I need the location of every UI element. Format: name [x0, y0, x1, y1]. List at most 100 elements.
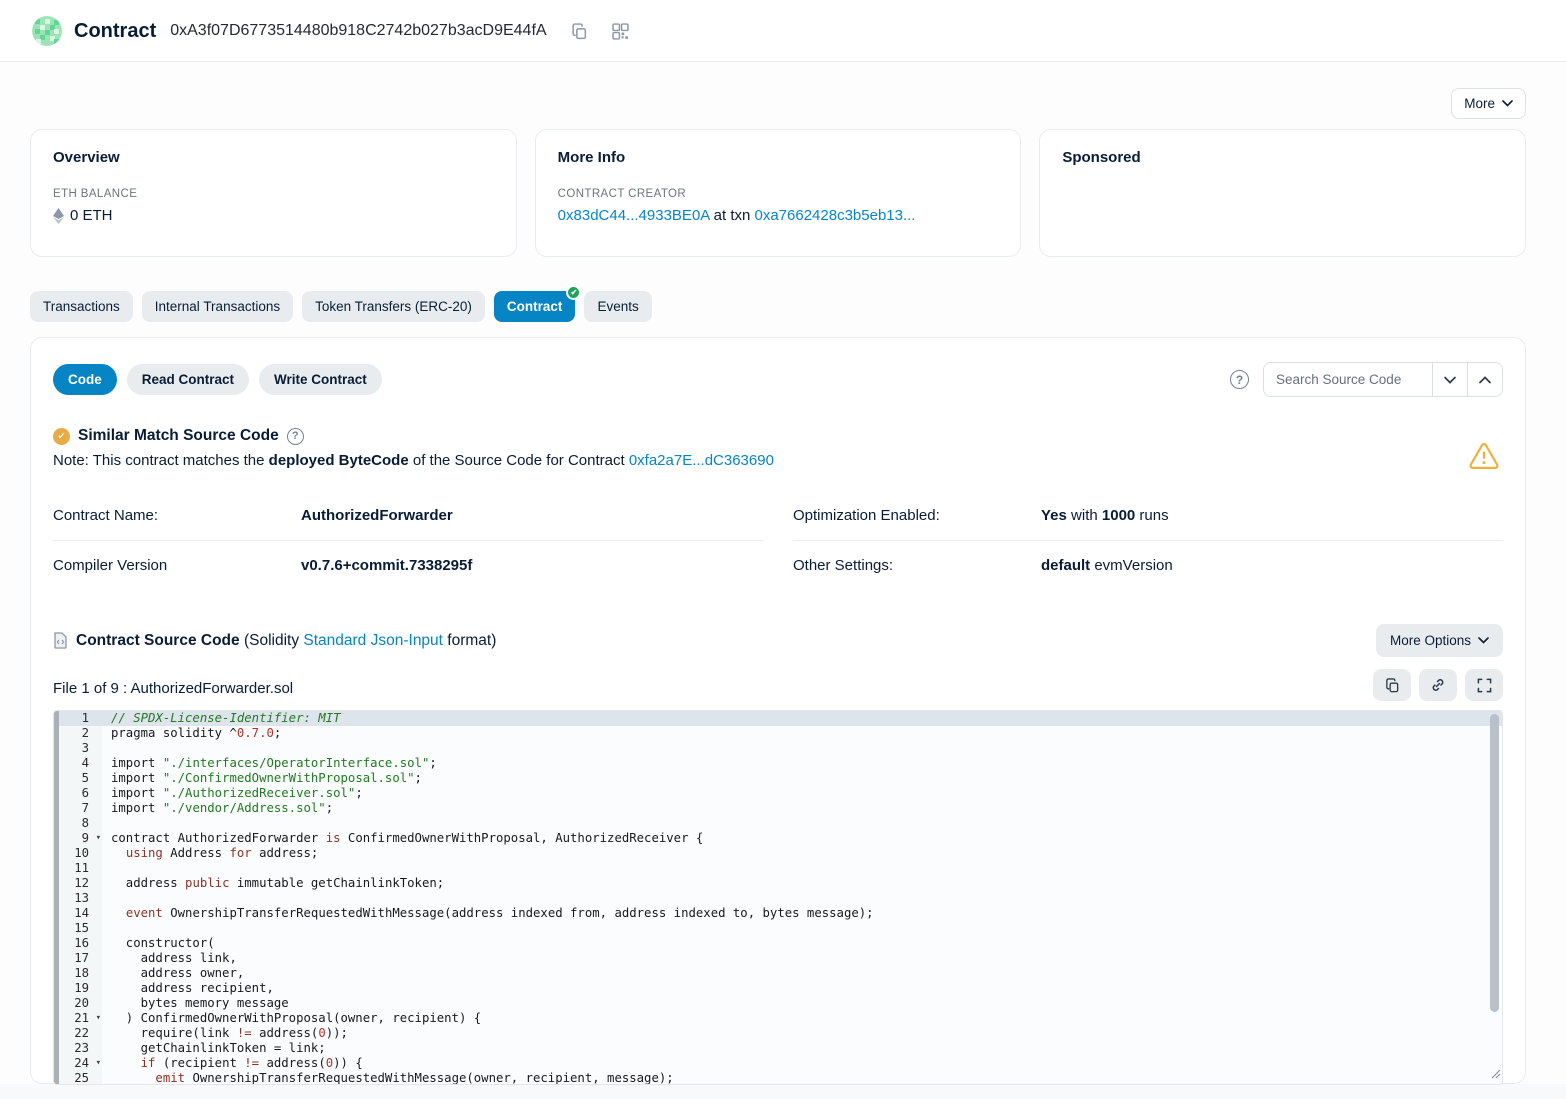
more-info-card: More Info CONTRACT CREATOR 0x83dC44...49… — [535, 129, 1022, 257]
tab-contract[interactable]: Contract✔ — [494, 291, 576, 322]
subtab-code[interactable]: Code — [53, 364, 117, 395]
permalink-button[interactable] — [1419, 669, 1457, 701]
subtab-read-contract[interactable]: Read Contract — [127, 364, 249, 395]
code-line: 23 getChainlinkToken = link; — [54, 1041, 1502, 1056]
fullscreen-button[interactable] — [1465, 669, 1503, 701]
more-button[interactable]: More — [1451, 88, 1526, 119]
more-info-title: More Info — [558, 149, 999, 166]
code-text: using Address for address; — [102, 846, 318, 861]
contract-address: 0xA3f07D6773514480b918C2742b027b3acD9E44… — [170, 22, 546, 40]
creator-address-link[interactable]: 0x83dC44...4933BE0A — [558, 207, 710, 224]
code-text: bytes memory message — [102, 996, 289, 1011]
source-code-title: Contract Source Code — [76, 632, 240, 649]
overview-card: Overview ETH BALANCE 0 ETH — [30, 129, 517, 257]
code-line: 18 address owner, — [54, 966, 1502, 981]
code-text: address recipient, — [102, 981, 274, 996]
matched-contract-link[interactable]: 0xfa2a7E...dC363690 — [629, 452, 774, 469]
code-text: address owner, — [102, 966, 244, 981]
line-number: 12 — [54, 876, 102, 891]
page-header: Contract 0xA3f07D6773514480b918C2742b027… — [0, 0, 1566, 62]
search-next-button[interactable] — [1432, 363, 1467, 396]
eth-icon — [53, 208, 64, 224]
code-line: 2pragma solidity ^0.7.0; — [54, 726, 1502, 741]
line-number: 19 — [54, 981, 102, 996]
chevron-down-icon — [1444, 376, 1456, 384]
copy-icon — [1385, 678, 1400, 693]
code-line: 1// SPDX-License-Identifier: MIT — [54, 711, 1502, 726]
code-line: 21▾ ) ConfirmedOwnerWithProposal(owner, … — [54, 1011, 1502, 1026]
resize-handle-icon[interactable] — [1490, 1064, 1501, 1083]
contract-subtabs: Code Read Contract Write Contract — [53, 364, 382, 395]
note-middle: of the Source Code for Contract — [409, 452, 629, 469]
fold-icon[interactable]: ▾ — [96, 1056, 101, 1071]
line-number: 22 — [54, 1026, 102, 1041]
code-text: import "./ConfirmedOwnerWithProposal.sol… — [102, 771, 422, 786]
search-prev-button[interactable] — [1467, 363, 1502, 396]
chevron-up-icon — [1479, 376, 1491, 384]
line-number: 21▾ — [54, 1011, 102, 1026]
help-icon[interactable]: ? — [287, 428, 304, 445]
tab-transactions[interactable]: Transactions — [30, 291, 133, 322]
code-text — [102, 861, 111, 876]
line-number: 11 — [54, 861, 102, 876]
tab-token-transfers-erc-20[interactable]: Token Transfers (ERC-20) — [302, 291, 485, 322]
line-number: 10 — [54, 846, 102, 861]
line-number: 2 — [54, 726, 102, 741]
json-input-link[interactable]: Standard Json-Input — [303, 632, 443, 649]
other-settings-label: Other Settings: — [793, 557, 1041, 574]
code-line: 12 address public immutable getChainlink… — [54, 876, 1502, 891]
line-number: 13 — [54, 891, 102, 906]
tab-events[interactable]: Events — [584, 291, 651, 322]
creator-txn-link[interactable]: 0xa7662428c3b5eb13... — [755, 207, 916, 224]
copy-address-icon[interactable] — [571, 23, 588, 40]
chevron-down-icon — [1502, 100, 1513, 107]
code-text — [102, 741, 111, 756]
fold-icon[interactable]: ▾ — [96, 1011, 101, 1026]
editor-scrollbar[interactable] — [1490, 714, 1499, 1012]
other-settings-value: default evmVersion — [1041, 557, 1173, 574]
search-source-input[interactable] — [1264, 363, 1432, 396]
tab-label: Events — [597, 299, 638, 314]
fold-icon[interactable]: ▾ — [96, 831, 101, 846]
line-number: 20 — [54, 996, 102, 1011]
main-area: More Overview ETH BALANCE 0 ETH More Inf… — [0, 62, 1566, 1084]
line-number: 9▾ — [54, 831, 102, 846]
help-icon[interactable]: ? — [1230, 370, 1249, 389]
code-line: 16 constructor( — [54, 936, 1502, 951]
contract-panel: CodeRead ContractWrite Contract ? ✔ Simi — [30, 337, 1526, 1084]
contract-name-label: Contract Name: — [53, 507, 301, 524]
document-icon — [53, 632, 68, 649]
code-text: address public immutable getChainlinkTok… — [102, 876, 444, 891]
code-line: 9▾contract AuthorizedForwarder is Confir… — [54, 831, 1502, 846]
qr-code-icon[interactable] — [612, 23, 629, 40]
tab-label: Contract — [507, 299, 563, 314]
source-code-editor[interactable]: 1// SPDX-License-Identifier: MIT2pragma … — [53, 710, 1503, 1085]
contract-blockie-icon — [32, 16, 62, 46]
code-line: 22 require(link != address(0)); — [54, 1026, 1502, 1041]
code-text: event OwnershipTransferRequestedWithMess… — [102, 906, 874, 921]
file-label: File 1 of 9 : AuthorizedForwarder.sol — [53, 680, 293, 701]
contract-name-value: AuthorizedForwarder — [301, 507, 453, 524]
more-options-label: More Options — [1390, 633, 1471, 648]
code-text: ) ConfirmedOwnerWithProposal(owner, reci… — [102, 1011, 481, 1026]
link-icon — [1430, 677, 1446, 693]
eth-balance-label: ETH BALANCE — [53, 188, 494, 200]
line-number: 15 — [54, 921, 102, 936]
page-tabs: Transactions Internal Transactions Token T… — [0, 257, 1566, 322]
tab-internal-transactions[interactable]: Internal Transactions — [142, 291, 293, 322]
code-text: import "./vendor/Address.sol"; — [102, 801, 333, 816]
line-number: 18 — [54, 966, 102, 981]
line-number: 17 — [54, 951, 102, 966]
copy-source-button[interactable] — [1373, 669, 1411, 701]
line-number: 23 — [54, 1041, 102, 1056]
code-text — [102, 816, 111, 831]
subtab-write-contract[interactable]: Write Contract — [259, 364, 382, 395]
similar-match-title: Similar Match Source Code — [78, 427, 279, 445]
tab-label: Internal Transactions — [155, 299, 280, 314]
more-options-button[interactable]: More Options — [1376, 624, 1503, 657]
code-line: 7import "./vendor/Address.sol"; — [54, 801, 1502, 816]
warning-icon[interactable] — [1469, 443, 1499, 475]
similar-match-note: Note: This contract matches the deployed… — [53, 452, 1503, 469]
sponsored-title: Sponsored — [1062, 149, 1503, 166]
code-line: 10 using Address for address; — [54, 846, 1502, 861]
